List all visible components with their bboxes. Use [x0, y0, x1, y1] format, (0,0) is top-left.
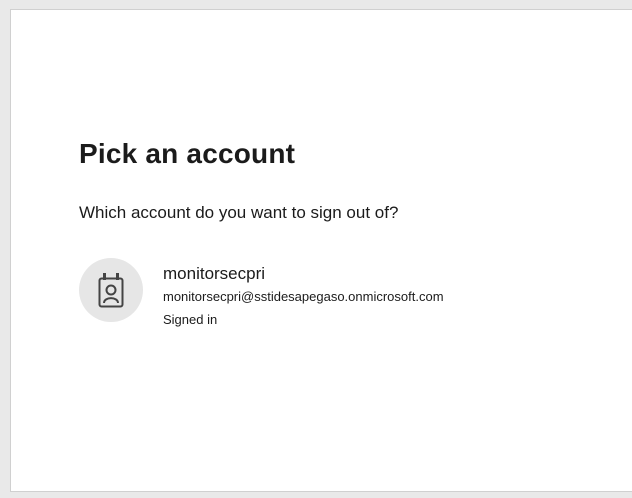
account-tile[interactable]: monitorsecpri monitorsecpri@sstidesapega…: [73, 252, 573, 332]
account-picker-dialog: Pick an account Which account do you wan…: [10, 9, 632, 492]
work-account-badge-icon: [98, 273, 124, 308]
account-email: monitorsecpri@sstidesapegaso.onmicrosoft…: [163, 289, 444, 304]
dialog-subtitle: Which account do you want to sign out of…: [79, 203, 399, 222]
account-status: Signed in: [163, 312, 218, 327]
account-name: monitorsecpri: [163, 264, 266, 283]
avatar: [79, 258, 143, 322]
page-title: Pick an account: [79, 138, 296, 169]
